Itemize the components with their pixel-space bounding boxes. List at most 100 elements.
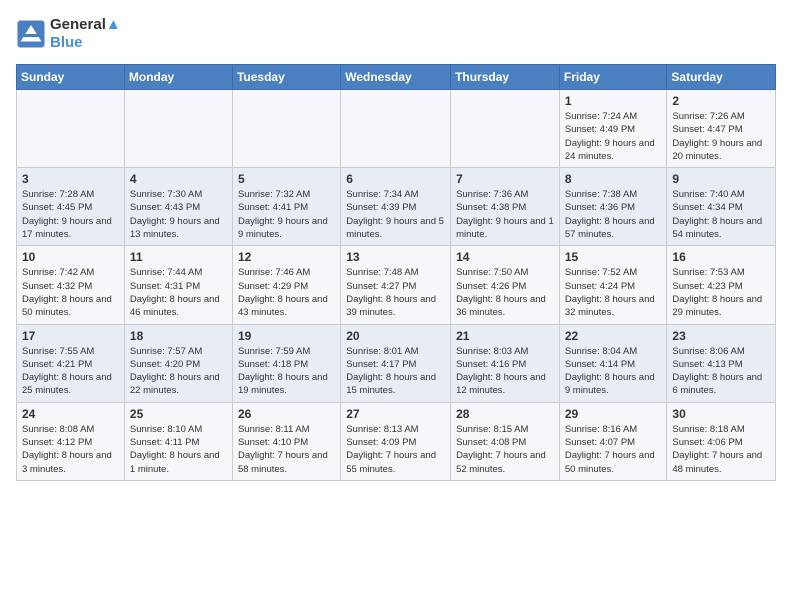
- calendar-cell: 23Sunrise: 8:06 AMSunset: 4:13 PMDayligh…: [667, 324, 776, 402]
- day-number: 24: [22, 407, 119, 421]
- calendar-cell: 26Sunrise: 8:11 AMSunset: 4:10 PMDayligh…: [232, 402, 340, 480]
- day-info: Sunrise: 7:24 AMSunset: 4:49 PMDaylight:…: [565, 110, 662, 163]
- day-info: Sunrise: 7:30 AMSunset: 4:43 PMDaylight:…: [130, 188, 227, 241]
- day-info: Sunrise: 8:11 AMSunset: 4:10 PMDaylight:…: [238, 423, 335, 476]
- day-number: 29: [565, 407, 662, 421]
- calendar-header-tuesday: Tuesday: [232, 65, 340, 90]
- calendar-cell: 6 Sunrise: 7:34 AMSunset: 4:39 PMDaylight…: [341, 168, 451, 246]
- day-number: 27: [346, 407, 445, 421]
- calendar-header-friday: Friday: [559, 65, 667, 90]
- day-info: Sunrise: 7:34 AMSunset: 4:39 PMDaylight:…: [346, 188, 445, 241]
- day-info: Sunrise: 7:40 AMSunset: 4:34 PMDaylight:…: [672, 188, 770, 241]
- calendar-cell: 22 Sunrise: 8:04 AMSunset: 4:14 PMDayligh…: [559, 324, 667, 402]
- day-info: Sunrise: 7:52 AMSunset: 4:24 PMDaylight:…: [565, 266, 662, 319]
- calendar-cell: 25Sunrise: 8:10 AMSunset: 4:11 PMDayligh…: [124, 402, 232, 480]
- day-number: 15: [565, 250, 662, 264]
- day-number: 16: [672, 250, 770, 264]
- day-info: Sunrise: 7:32 AMSunset: 4:41 PMDaylight:…: [238, 188, 335, 241]
- day-info: Sunrise: 8:10 AMSunset: 4:11 PMDaylight:…: [130, 423, 227, 476]
- day-info: Sunrise: 8:01 AMSunset: 4:17 PMDaylight:…: [346, 345, 445, 398]
- calendar-cell: 12 Sunrise: 7:46 AMSunset: 4:29 PMDayligh…: [232, 246, 340, 324]
- calendar-cell: 8Sunrise: 7:38 AMSunset: 4:36 PMDaylight…: [559, 168, 667, 246]
- calendar-cell: 9 Sunrise: 7:40 AMSunset: 4:34 PMDaylight…: [667, 168, 776, 246]
- calendar-cell: 13 Sunrise: 7:48 AMSunset: 4:27 PMDayligh…: [341, 246, 451, 324]
- day-number: 17: [22, 329, 119, 343]
- calendar-cell: 7 Sunrise: 7:36 AMSunset: 4:38 PMDaylight…: [451, 168, 560, 246]
- day-number: 23: [672, 329, 770, 343]
- calendar-cell: [232, 90, 340, 168]
- day-info: Sunrise: 8:13 AMSunset: 4:09 PMDaylight:…: [346, 423, 445, 476]
- calendar-cell: 10 Sunrise: 7:42 AMSunset: 4:32 PMDayligh…: [17, 246, 125, 324]
- day-number: 8: [565, 172, 662, 186]
- calendar-cell: 14Sunrise: 7:50 AMSunset: 4:26 PMDayligh…: [451, 246, 560, 324]
- calendar-header-sunday: Sunday: [17, 65, 125, 90]
- calendar-week-row: 1 Sunrise: 7:24 AMSunset: 4:49 PMDaylight…: [17, 90, 776, 168]
- day-number: 12: [238, 250, 335, 264]
- calendar-body: 1 Sunrise: 7:24 AMSunset: 4:49 PMDaylight…: [17, 90, 776, 481]
- day-number: 6: [346, 172, 445, 186]
- calendar-cell: [124, 90, 232, 168]
- day-number: 20: [346, 329, 445, 343]
- calendar-cell: 29 Sunrise: 8:16 AMSunset: 4:07 PMDayligh…: [559, 402, 667, 480]
- calendar-cell: [341, 90, 451, 168]
- page-container: General▲ Blue SundayMondayTuesdayWednesd…: [0, 0, 792, 491]
- day-info: Sunrise: 7:53 AMSunset: 4:23 PMDaylight:…: [672, 266, 770, 319]
- calendar-cell: 20 Sunrise: 8:01 AMSunset: 4:17 PMDayligh…: [341, 324, 451, 402]
- day-number: 21: [456, 329, 554, 343]
- calendar-cell: 21 Sunrise: 8:03 AMSunset: 4:16 PMDayligh…: [451, 324, 560, 402]
- day-number: 18: [130, 329, 227, 343]
- logo-icon: [16, 19, 46, 49]
- day-number: 1: [565, 94, 662, 108]
- calendar-cell: 3 Sunrise: 7:28 AMSunset: 4:45 PMDaylight…: [17, 168, 125, 246]
- day-number: 19: [238, 329, 335, 343]
- calendar-cell: 19Sunrise: 7:59 AMSunset: 4:18 PMDayligh…: [232, 324, 340, 402]
- day-info: Sunrise: 7:50 AMSunset: 4:26 PMDaylight:…: [456, 266, 554, 319]
- logo: General▲ Blue: [16, 16, 121, 52]
- calendar-week-row: 3 Sunrise: 7:28 AMSunset: 4:45 PMDaylight…: [17, 168, 776, 246]
- calendar-cell: 11 Sunrise: 7:44 AMSunset: 4:31 PMDayligh…: [124, 246, 232, 324]
- calendar-week-row: 10 Sunrise: 7:42 AMSunset: 4:32 PMDayligh…: [17, 246, 776, 324]
- day-number: 10: [22, 250, 119, 264]
- day-info: Sunrise: 7:44 AMSunset: 4:31 PMDaylight:…: [130, 266, 227, 319]
- calendar-cell: 4 Sunrise: 7:30 AMSunset: 4:43 PMDaylight…: [124, 168, 232, 246]
- day-info: Sunrise: 7:55 AMSunset: 4:21 PMDaylight:…: [22, 345, 119, 398]
- calendar-cell: 16 Sunrise: 7:53 AMSunset: 4:23 PMDayligh…: [667, 246, 776, 324]
- day-number: 9: [672, 172, 770, 186]
- day-number: 7: [456, 172, 554, 186]
- day-info: Sunrise: 8:03 AMSunset: 4:16 PMDaylight:…: [456, 345, 554, 398]
- calendar-table: SundayMondayTuesdayWednesdayThursdayFrid…: [16, 64, 776, 481]
- logo-text: General▲ Blue: [50, 16, 121, 52]
- calendar-header-monday: Monday: [124, 65, 232, 90]
- calendar-week-row: 24 Sunrise: 8:08 AMSunset: 4:12 PMDayligh…: [17, 402, 776, 480]
- day-info: Sunrise: 7:46 AMSunset: 4:29 PMDaylight:…: [238, 266, 335, 319]
- calendar-cell: 5 Sunrise: 7:32 AMSunset: 4:41 PMDaylight…: [232, 168, 340, 246]
- day-number: 3: [22, 172, 119, 186]
- day-number: 13: [346, 250, 445, 264]
- day-info: Sunrise: 7:26 AMSunset: 4:47 PMDaylight:…: [672, 110, 770, 163]
- calendar-cell: 15 Sunrise: 7:52 AMSunset: 4:24 PMDayligh…: [559, 246, 667, 324]
- day-number: 5: [238, 172, 335, 186]
- calendar-week-row: 17 Sunrise: 7:55 AMSunset: 4:21 PMDayligh…: [17, 324, 776, 402]
- day-number: 28: [456, 407, 554, 421]
- calendar-header-thursday: Thursday: [451, 65, 560, 90]
- day-number: 22: [565, 329, 662, 343]
- day-info: Sunrise: 7:28 AMSunset: 4:45 PMDaylight:…: [22, 188, 119, 241]
- day-info: Sunrise: 8:18 AMSunset: 4:06 PMDaylight:…: [672, 423, 770, 476]
- calendar-header-row: SundayMondayTuesdayWednesdayThursdayFrid…: [17, 65, 776, 90]
- day-info: Sunrise: 7:57 AMSunset: 4:20 PMDaylight:…: [130, 345, 227, 398]
- calendar-cell: [17, 90, 125, 168]
- calendar-cell: 30Sunrise: 8:18 AMSunset: 4:06 PMDayligh…: [667, 402, 776, 480]
- day-number: 11: [130, 250, 227, 264]
- day-info: Sunrise: 7:36 AMSunset: 4:38 PMDaylight:…: [456, 188, 554, 241]
- day-info: Sunrise: 8:16 AMSunset: 4:07 PMDaylight:…: [565, 423, 662, 476]
- calendar-cell: 1 Sunrise: 7:24 AMSunset: 4:49 PMDaylight…: [559, 90, 667, 168]
- calendar-header-saturday: Saturday: [667, 65, 776, 90]
- calendar-cell: 2Sunrise: 7:26 AMSunset: 4:47 PMDaylight…: [667, 90, 776, 168]
- calendar-cell: 17 Sunrise: 7:55 AMSunset: 4:21 PMDayligh…: [17, 324, 125, 402]
- day-number: 4: [130, 172, 227, 186]
- calendar-cell: 28Sunrise: 8:15 AMSunset: 4:08 PMDayligh…: [451, 402, 560, 480]
- day-info: Sunrise: 7:48 AMSunset: 4:27 PMDaylight:…: [346, 266, 445, 319]
- day-info: Sunrise: 7:42 AMSunset: 4:32 PMDaylight:…: [22, 266, 119, 319]
- day-info: Sunrise: 8:04 AMSunset: 4:14 PMDaylight:…: [565, 345, 662, 398]
- day-info: Sunrise: 8:08 AMSunset: 4:12 PMDaylight:…: [22, 423, 119, 476]
